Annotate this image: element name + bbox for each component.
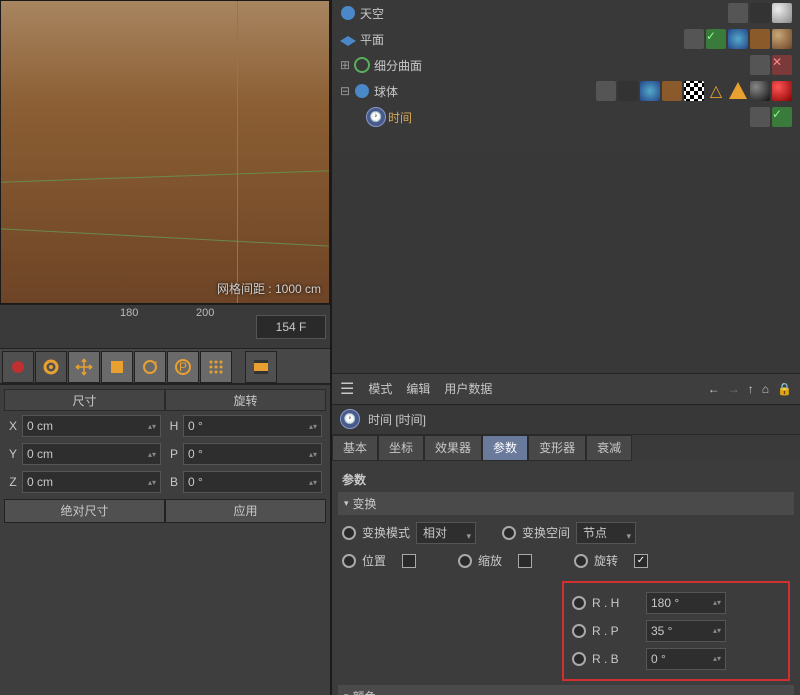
grid-button[interactable]	[200, 351, 232, 383]
menu-userdata[interactable]: 用户数据	[444, 380, 492, 397]
move-button[interactable]	[68, 351, 100, 383]
menu-icon[interactable]: ☰	[340, 379, 354, 399]
plane-icon	[338, 29, 358, 49]
back-icon[interactable]: ←	[708, 382, 720, 396]
transform-mode-label: 变换模式	[362, 524, 410, 541]
sphere-icon	[352, 81, 372, 101]
tab-coord[interactable]: 坐标	[378, 435, 424, 461]
group-transform[interactable]: 变换	[338, 492, 794, 515]
position-label: 位置	[362, 552, 396, 569]
rotate-radio[interactable]	[574, 554, 588, 568]
sky-icon	[338, 3, 358, 23]
collapse-icon[interactable]: ⊟	[338, 84, 352, 98]
tree-row-sphere[interactable]: ⊟ 球体 △	[332, 78, 800, 104]
film-button[interactable]	[245, 351, 277, 383]
position-radio[interactable]	[342, 554, 356, 568]
transform-mode-radio[interactable]	[342, 526, 356, 540]
position-checkbox[interactable]	[402, 554, 416, 568]
transform-space-label: 变换空间	[522, 524, 570, 541]
viewport-toolbar: P	[0, 348, 330, 384]
rp-label: R . P	[592, 624, 640, 638]
menu-edit[interactable]: 编辑	[406, 380, 430, 397]
h-label: H	[165, 419, 183, 433]
tab-param[interactable]: 参数	[482, 435, 528, 461]
group-color[interactable]: 颜色	[338, 685, 794, 695]
rp-radio[interactable]	[572, 624, 586, 638]
record-button[interactable]	[2, 351, 34, 383]
tree-row-plane[interactable]: 平面 ✓	[332, 26, 800, 52]
p-label: P	[165, 447, 183, 461]
transform-space-dropdown[interactable]: 节点	[576, 522, 636, 544]
y-label: Y	[4, 447, 22, 461]
tab-deform[interactable]: 变形器	[528, 435, 586, 461]
rotate-label: 旋转	[594, 552, 628, 569]
rh-radio[interactable]	[572, 596, 586, 610]
params-title: 参数	[342, 471, 790, 488]
b-input[interactable]: 0 °▴▾	[183, 471, 322, 493]
x-input[interactable]: 0 cm▴▾	[22, 415, 161, 437]
params-panel: 参数 变换 变换模式 相对 变换空间 节点 位置 缩放	[332, 461, 800, 695]
scale-label: 缩放	[478, 552, 512, 569]
rh-input[interactable]: 180 °▴▾	[646, 592, 726, 614]
expand-icon[interactable]: ⊞	[338, 58, 352, 72]
tab-effector[interactable]: 效果器	[424, 435, 482, 461]
sds-icon	[352, 55, 372, 75]
highlight-box: R . H 180 °▴▾ R . P 35 °▴▾ R . B 0 °▴▾	[562, 581, 790, 681]
scale-button[interactable]	[101, 351, 133, 383]
col-rotate-header: 旋转	[165, 389, 326, 411]
param-button[interactable]: P	[167, 351, 199, 383]
rh-label: R . H	[592, 596, 640, 610]
fwd-icon[interactable]: →	[728, 382, 740, 396]
scale-radio[interactable]	[458, 554, 472, 568]
tree-row-time[interactable]: 🕐 时间 ✓	[332, 104, 800, 130]
col-size-header: 尺寸	[4, 389, 165, 411]
scale-checkbox[interactable]	[518, 554, 532, 568]
coord-panel: 尺寸 旋转 X 0 cm▴▾ H 0 °▴▾ Y 0 cm▴▾ P 0 °▴▾ …	[0, 384, 330, 695]
h-input[interactable]: 0 °▴▾	[183, 415, 322, 437]
tick-label: 200	[196, 307, 214, 319]
rp-input[interactable]: 35 °▴▾	[646, 620, 726, 642]
z-label: Z	[4, 475, 22, 489]
b-label: B	[165, 475, 183, 489]
rb-label: R . B	[592, 652, 640, 666]
current-frame-field[interactable]: 154 F	[256, 315, 326, 339]
up-icon[interactable]: ↑	[748, 382, 754, 396]
clock-icon: 🕐	[340, 409, 360, 429]
z-input[interactable]: 0 cm▴▾	[22, 471, 161, 493]
transform-mode-dropdown[interactable]: 相对	[416, 522, 476, 544]
timeline[interactable]: 180 200 154 F	[0, 304, 330, 348]
apply-button[interactable]: 应用	[165, 499, 326, 523]
tab-basic[interactable]: 基本	[332, 435, 378, 461]
tree-row-sds[interactable]: ⊞ 细分曲面 ✕	[332, 52, 800, 78]
object-manager[interactable]: 天空 平面 ✓ ⊞ 细分曲面 ✕ ⊟ 球体 △ 🕐 时	[332, 0, 800, 150]
tick-label: 180	[120, 307, 138, 319]
tree-row-sky[interactable]: 天空	[332, 0, 800, 26]
settings-button[interactable]	[35, 351, 67, 383]
object-name-label: 时间 [时间]	[368, 411, 426, 428]
clock-icon: 🕐	[366, 107, 386, 127]
attribute-object-header: 🕐 时间 [时间]	[332, 405, 800, 435]
attribute-tabs: 基本 坐标 效果器 参数 变形器 衰减	[332, 435, 800, 461]
x-label: X	[4, 419, 22, 433]
home-icon[interactable]: ⌂	[762, 382, 769, 396]
lock-icon[interactable]: 🔒	[777, 382, 792, 396]
y-input[interactable]: 0 cm▴▾	[22, 443, 161, 465]
menu-mode[interactable]: 模式	[368, 380, 392, 397]
abs-size-button[interactable]: 绝对尺寸	[4, 499, 165, 523]
transform-space-radio[interactable]	[502, 526, 516, 540]
tab-falloff[interactable]: 衰减	[586, 435, 632, 461]
p-input[interactable]: 0 °▴▾	[183, 443, 322, 465]
rb-input[interactable]: 0 °▴▾	[646, 648, 726, 670]
rotate-button[interactable]	[134, 351, 166, 383]
rotate-checkbox[interactable]: ✓	[634, 554, 648, 568]
svg-text:P: P	[179, 360, 187, 374]
rb-radio[interactable]	[572, 652, 586, 666]
grid-spacing-label: 网格间距 : 1000 cm	[217, 280, 321, 297]
viewport[interactable]: 网格间距 : 1000 cm	[0, 0, 330, 304]
attribute-manager-header: ☰ 模式 编辑 用户数据 ← → ↑ ⌂ 🔒	[332, 373, 800, 405]
